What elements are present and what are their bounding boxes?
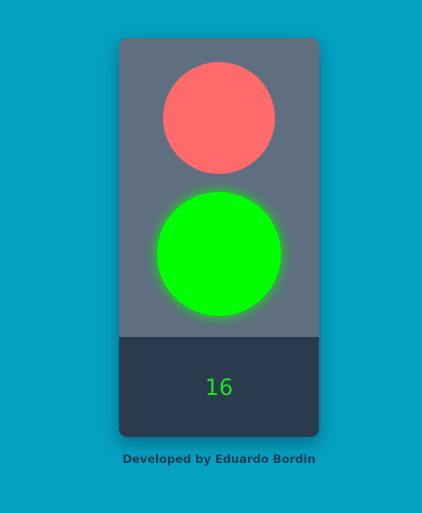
red-lamp-icon bbox=[163, 62, 275, 174]
developer-credit: Developed by Eduardo Bordin bbox=[122, 452, 316, 466]
green-lamp-icon bbox=[157, 192, 281, 316]
lights-panel bbox=[119, 38, 319, 337]
traffic-light: 16 bbox=[119, 38, 319, 437]
counter-panel: 16 bbox=[119, 337, 319, 437]
countdown-value: 16 bbox=[205, 376, 233, 401]
